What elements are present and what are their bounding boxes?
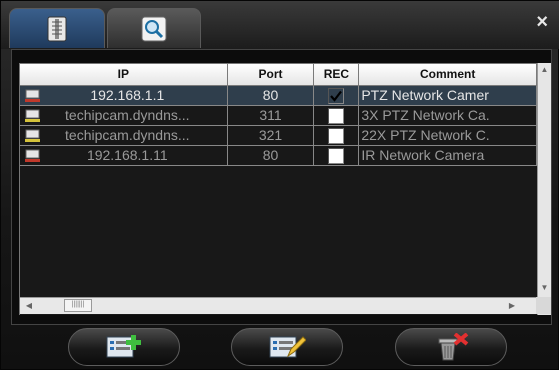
table-header: IP Port REC Comment <box>20 64 537 86</box>
network-camera-icon <box>25 129 40 142</box>
comment-cell[interactable]: 3X PTZ Network Ca. <box>359 106 537 126</box>
column-header-comment[interactable]: Comment <box>359 64 537 86</box>
network-camera-icon <box>25 109 40 122</box>
add-list-icon <box>106 335 141 358</box>
add-device-button[interactable] <box>68 328 180 366</box>
port-cell[interactable]: 80 <box>227 146 315 166</box>
port-cell[interactable]: 80 <box>227 86 315 106</box>
ip-text: 192.168.1.11 <box>86 147 168 163</box>
comment-cell[interactable]: PTZ Network Camer <box>359 86 537 106</box>
delete-device-button[interactable] <box>395 328 507 366</box>
trash-delete-icon <box>438 333 469 361</box>
scroll-down-icon[interactable]: ▼ <box>538 281 551 295</box>
comment-cell[interactable]: 22X PTZ Network C. <box>359 126 537 146</box>
horizontal-scrollbar[interactable]: ◀ ||||||| ▶ <box>20 297 537 314</box>
device-table: IP Port REC Comment 192.168.1.1 80 PTZ Net… <box>19 63 537 315</box>
column-header-port[interactable]: Port <box>227 64 315 86</box>
tab-bar: × <box>1 1 559 49</box>
port-cell[interactable]: 321 <box>227 126 315 146</box>
table-row[interactable]: techipcam.dyndns... 321 22X PTZ Network C. <box>20 126 537 146</box>
scroll-up-icon[interactable]: ▲ <box>538 63 551 77</box>
close-icon[interactable]: × <box>536 11 548 34</box>
ip-cell[interactable]: 192.168.1.11 <box>20 146 228 166</box>
edit-device-button[interactable] <box>231 328 343 366</box>
column-header-ip[interactable]: IP <box>20 64 228 86</box>
rec-cell <box>314 86 360 106</box>
edit-list-icon <box>269 336 306 358</box>
rec-checkbox[interactable] <box>328 87 345 104</box>
table-row[interactable]: techipcam.dyndns... 311 3X PTZ Network Ca. <box>20 106 537 126</box>
ip-text: techipcam.dyndns... <box>65 107 190 123</box>
rec-cell <box>314 106 360 126</box>
search-icon <box>141 16 167 41</box>
rec-cell <box>314 126 360 146</box>
scroll-right-icon[interactable]: ▶ <box>505 299 519 313</box>
scroll-left-icon[interactable]: ◀ <box>22 299 36 313</box>
device-list-window: × IP Port REC Comment 192.168.1.1 80 PTZ N… <box>0 0 559 370</box>
rec-cell <box>314 146 360 166</box>
tab-address-book[interactable] <box>9 8 105 48</box>
column-header-rec[interactable]: REC <box>314 64 360 86</box>
vertical-scrollbar[interactable]: ▲ ▼ <box>537 63 551 315</box>
port-cell[interactable]: 311 <box>227 106 315 126</box>
ip-cell[interactable]: techipcam.dyndns... <box>20 106 228 126</box>
scroll-thumb[interactable]: ||||||| <box>64 299 92 312</box>
network-camera-icon <box>25 149 40 162</box>
rec-checkbox[interactable] <box>328 127 345 144</box>
ip-text: techipcam.dyndns... <box>65 127 190 143</box>
scroll-corner <box>536 297 551 314</box>
checkmark-icon <box>330 90 343 102</box>
ip-text: 192.168.1.1 <box>90 87 165 103</box>
comment-cell[interactable]: IR Network Camera <box>359 146 537 166</box>
rec-checkbox[interactable] <box>328 147 345 164</box>
ip-cell[interactable]: techipcam.dyndns... <box>20 126 228 146</box>
rec-checkbox[interactable] <box>328 107 345 124</box>
ip-cell[interactable]: 192.168.1.1 <box>20 86 228 106</box>
tab-search[interactable] <box>107 8 201 48</box>
table-row[interactable]: 192.168.1.11 80 IR Network Camera <box>20 146 537 166</box>
table-row[interactable]: 192.168.1.1 80 PTZ Network Camer <box>20 86 537 106</box>
network-camera-icon <box>25 89 40 102</box>
address-book-icon <box>47 16 67 41</box>
